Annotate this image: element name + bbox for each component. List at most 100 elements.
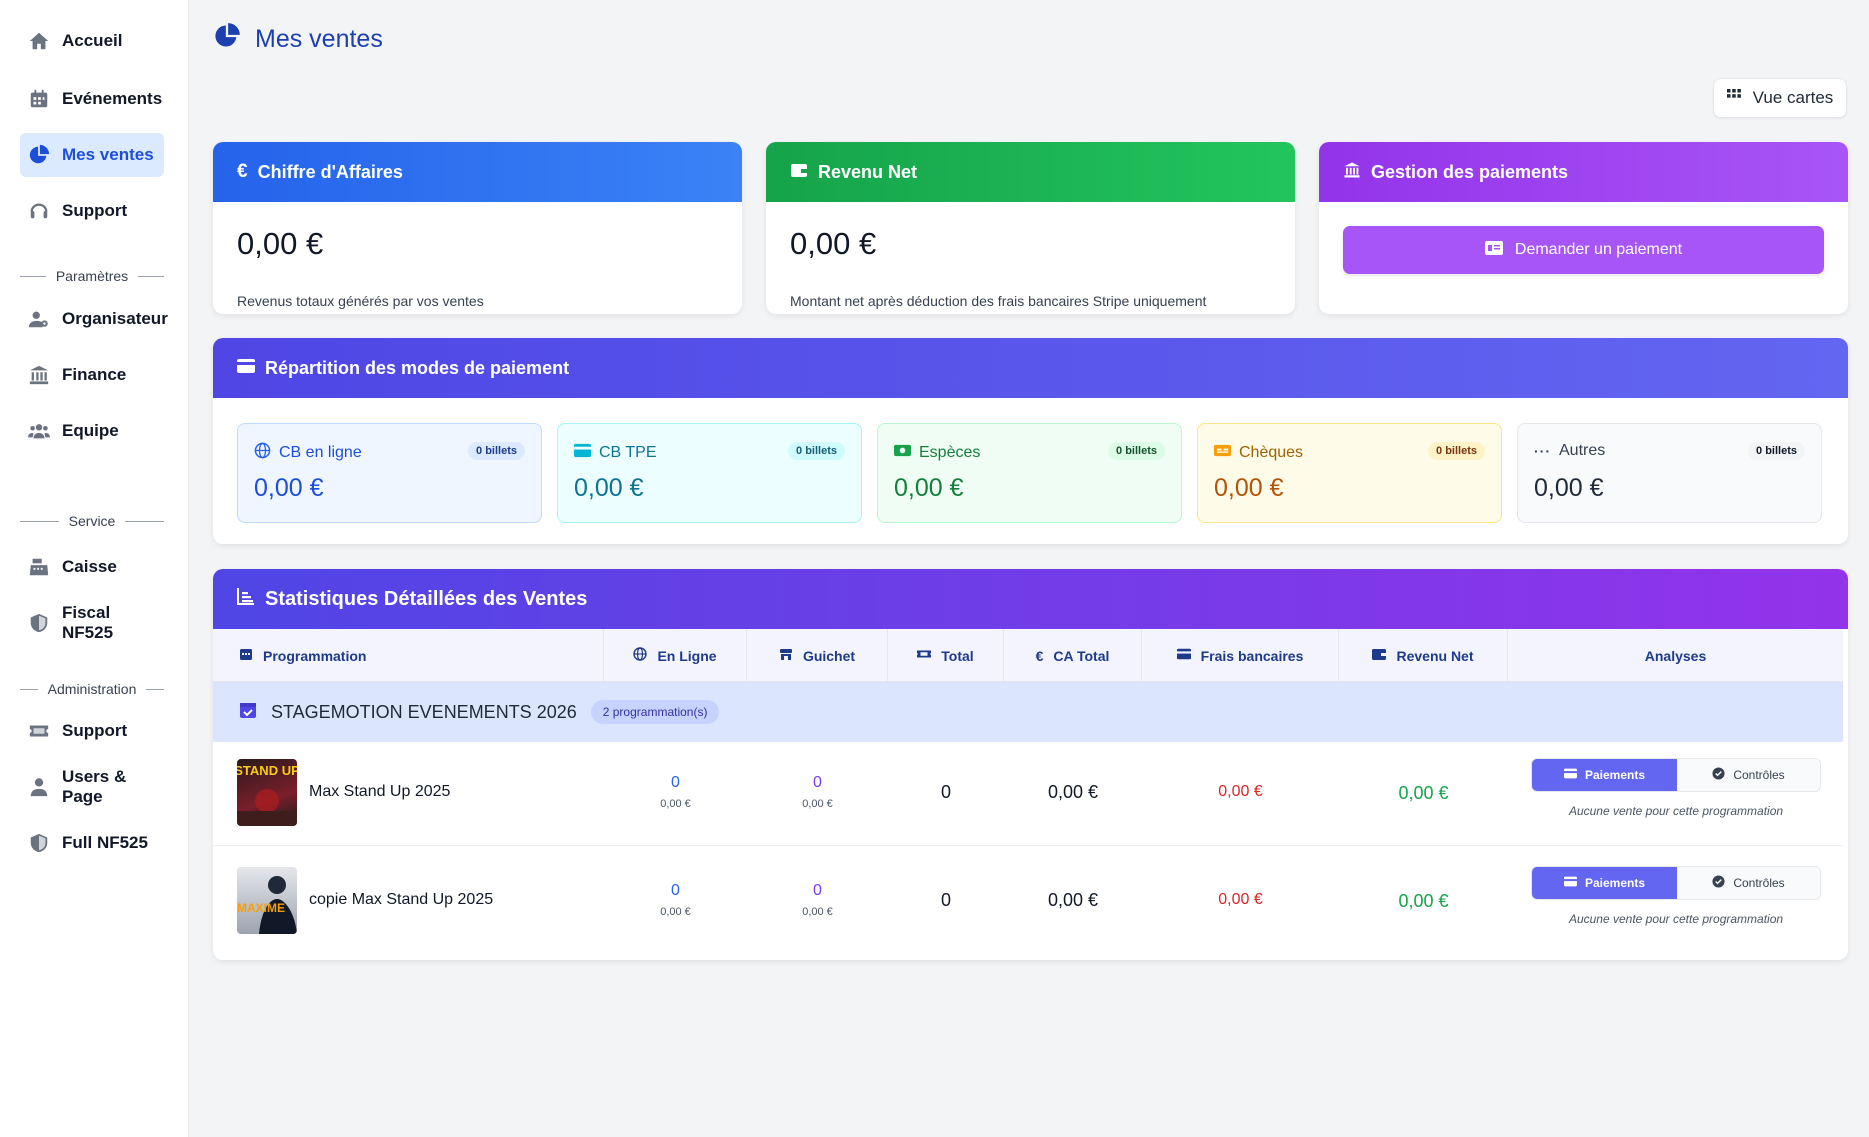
- payment-mode-cb-en-ligne: CB en ligne 0 billets 0,00 €: [237, 423, 542, 523]
- wallet-icon: [790, 161, 808, 184]
- revenue-description: Revenus totaux générés par vos ventes: [237, 293, 484, 309]
- controls-tab-button[interactable]: Contrôles: [1677, 867, 1820, 899]
- payment-split-title: Répartition des modes de paiement: [265, 357, 570, 378]
- sidebar-item-mes-ventes[interactable]: Mes ventes: [20, 133, 164, 177]
- request-payment-label: Demander un paiement: [1514, 241, 1683, 258]
- cell-ca-total: 0,00 €: [1047, 782, 1099, 802]
- payment-management-title: Gestion des paiements: [1371, 161, 1569, 182]
- payment-mode-amount: 0,00 €: [1214, 474, 1284, 502]
- page-title: Mes ventes: [213, 22, 383, 57]
- store-icon: [779, 647, 793, 664]
- view-cards-button[interactable]: Vue cartes: [1713, 78, 1847, 118]
- sidebar-item-label: Equipe: [62, 421, 119, 440]
- payment-mode-label: CB en ligne: [279, 444, 362, 461]
- table-row[interactable]: MAXIME copie Max Stand Up 2025 0 0,00 € …: [213, 846, 1843, 950]
- cell-en-ligne: 0 0,00 €: [660, 882, 691, 918]
- payment-mode-amount: 0,00 €: [1534, 474, 1604, 502]
- calendar-icon: [239, 647, 253, 664]
- payment-mode-badge: 0 billets: [1748, 442, 1805, 460]
- net-revenue-card: Revenu Net 0,00 € Montant net après dédu…: [766, 142, 1295, 314]
- payments-tab-button[interactable]: Paiements: [1532, 759, 1677, 791]
- column-guichet[interactable]: Guichet: [747, 629, 888, 682]
- sidebar-item-admin-support[interactable]: Support: [20, 709, 164, 753]
- column-frais-bancaires[interactable]: Frais bancaires: [1142, 629, 1339, 682]
- request-payment-button[interactable]: Demander un paiement: [1343, 226, 1824, 274]
- payment-mode-cheques: Chèques 0 billets 0,00 €: [1197, 423, 1502, 523]
- sidebar-item-accueil[interactable]: Accueil: [20, 19, 164, 63]
- analyses-toggle: Paiements Contrôles: [1531, 758, 1821, 792]
- sales-stats-header: Statistiques Détaillées des Ventes: [213, 569, 1848, 629]
- cell-frais: 0,00 €: [1218, 891, 1263, 908]
- payment-mode-badge: 0 billets: [1108, 442, 1165, 460]
- revenue-card: € Chiffre d'Affaires 0,00 € Revenus tota…: [213, 142, 742, 314]
- credit-card-icon: [1563, 875, 1577, 891]
- revenue-amount: 0,00 €: [237, 226, 324, 261]
- payment-management-header: Gestion des paiements: [1319, 142, 1848, 202]
- page-title-text: Mes ventes: [255, 25, 383, 53]
- group-row[interactable]: STAGEMOTION EVENEMENTS 2026 2 programmat…: [213, 682, 1843, 742]
- sidebar-item-organisateur[interactable]: Organisateur: [20, 297, 168, 341]
- calendar-check-icon: [239, 701, 257, 724]
- ticket-icon: [28, 720, 50, 742]
- table-header: Programmation En Ligne Guichet Total € C…: [213, 629, 1843, 682]
- column-en-ligne[interactable]: En Ligne: [604, 629, 747, 682]
- users-icon: [28, 420, 50, 442]
- globe-icon: [633, 647, 648, 664]
- sidebar-item-finance[interactable]: Finance: [20, 353, 164, 397]
- sidebar-item-support[interactable]: Support: [20, 189, 164, 233]
- payment-split-header: Répartition des modes de paiement: [213, 338, 1848, 398]
- analyses-toggle: Paiements Contrôles: [1531, 866, 1821, 900]
- shield-icon: [28, 832, 50, 854]
- column-ca-total[interactable]: € CA Total: [1004, 629, 1142, 682]
- cell-total: 0: [940, 890, 951, 910]
- payment-mode-badge: 0 billets: [1428, 442, 1485, 460]
- payment-mode-badge: 0 billets: [468, 442, 525, 460]
- payment-mode-label: Espèces: [919, 444, 981, 461]
- sidebar-item-label: Organisateur: [62, 309, 168, 328]
- euro-icon: €: [1035, 647, 1044, 664]
- payment-mode-especes: Espèces 0 billets 0,00 €: [877, 423, 1182, 523]
- thumbnail-text: MAXIME: [237, 901, 285, 915]
- net-revenue-amount: 0,00 €: [790, 226, 877, 261]
- check-circle-icon: [1712, 875, 1725, 891]
- table-row[interactable]: STAND UP Max Stand Up 2025 0 0,00 € 0 0,…: [213, 742, 1843, 846]
- payments-tab-button[interactable]: Paiements: [1532, 867, 1677, 899]
- payment-mode-label: Chèques: [1239, 444, 1304, 461]
- sidebar-item-fiscal-nf525[interactable]: Fiscal NF525: [20, 601, 164, 645]
- sidebar-item-equipe[interactable]: Equipe: [20, 409, 164, 453]
- event-name: Max Stand Up 2025: [309, 783, 451, 800]
- sidebar-item-label: Finance: [62, 365, 127, 384]
- controls-tab-button[interactable]: Contrôles: [1677, 759, 1820, 791]
- payment-management-card: Gestion des paiements Demander un paieme…: [1319, 142, 1848, 314]
- bar-chart-icon: [237, 587, 255, 611]
- sidebar-item-label: Users & Page: [62, 767, 127, 806]
- sidebar-item-evenements[interactable]: Evénements: [20, 77, 164, 121]
- column-revenu-net[interactable]: Revenu Net: [1339, 629, 1508, 682]
- credit-card-icon: [574, 442, 591, 464]
- home-icon: [28, 30, 50, 52]
- sidebar-item-caisse[interactable]: Caisse: [20, 545, 164, 589]
- pie-chart-icon: [28, 144, 50, 166]
- credit-card-icon: [1176, 647, 1191, 664]
- section-administration: Administration: [20, 681, 164, 697]
- payment-mode-autres: ··· Autres 0 billets 0,00 €: [1517, 423, 1822, 523]
- column-total[interactable]: Total: [888, 629, 1004, 682]
- column-programmation[interactable]: Programmation: [213, 629, 604, 682]
- view-cards-label: Vue cartes: [1752, 88, 1834, 107]
- sidebar-item-label: Accueil: [62, 31, 123, 50]
- cell-guichet: 0 0,00 €: [802, 774, 833, 810]
- sidebar-item-full-nf525[interactable]: Full NF525: [20, 821, 164, 865]
- more-icon: ···: [1534, 443, 1551, 459]
- ticket-icon: [917, 647, 932, 664]
- calendar-icon: [28, 88, 50, 110]
- sales-stats-title: Statistiques Détaillées des Ventes: [265, 587, 588, 610]
- event-thumbnail: STAND UP: [237, 759, 297, 826]
- sidebar-item-users-page[interactable]: Users & Page: [20, 765, 164, 809]
- wallet-icon: [1372, 647, 1387, 664]
- cell-revenu-net: 0,00 €: [1398, 783, 1449, 803]
- payment-mode-label: Autres: [1559, 442, 1606, 459]
- cell-revenu-net: 0,00 €: [1398, 891, 1449, 911]
- payment-mode-cb-tpe: CB TPE 0 billets 0,00 €: [557, 423, 862, 523]
- sidebar: Accueil Evénements Mes ventes Support Pa…: [0, 0, 189, 1137]
- payment-split-card: Répartition des modes de paiement CB en …: [213, 338, 1848, 544]
